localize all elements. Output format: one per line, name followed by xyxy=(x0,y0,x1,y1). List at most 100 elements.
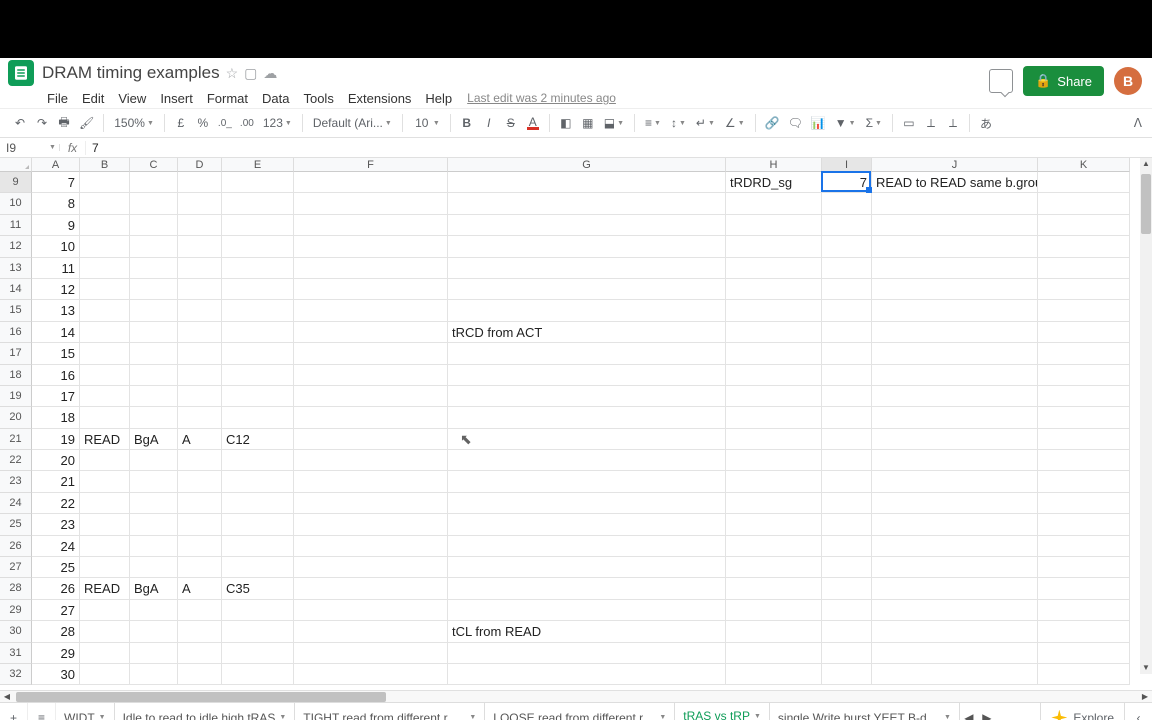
menu-extensions[interactable]: Extensions xyxy=(341,89,419,108)
cell-D12[interactable] xyxy=(178,236,222,256)
cell-E21[interactable]: C12 xyxy=(222,429,294,449)
cell-K17[interactable] xyxy=(1038,343,1130,363)
row-header-24[interactable]: 24 xyxy=(0,493,32,514)
cell-C9[interactable] xyxy=(130,172,178,192)
cell-F12[interactable] xyxy=(294,236,448,256)
print-button[interactable]: 🖶 xyxy=(54,112,74,134)
cell-E13[interactable] xyxy=(222,258,294,278)
cell-K24[interactable] xyxy=(1038,493,1130,513)
bold-button[interactable]: B xyxy=(457,112,477,134)
cell-J31[interactable] xyxy=(872,643,1038,663)
col-header-D[interactable]: D xyxy=(178,158,222,172)
comments-icon[interactable] xyxy=(989,69,1013,93)
cell-B32[interactable] xyxy=(80,664,130,684)
cell-F15[interactable] xyxy=(294,300,448,320)
cell-G19[interactable] xyxy=(448,386,726,406)
col-header-C[interactable]: C xyxy=(130,158,178,172)
row-header-32[interactable]: 32 xyxy=(0,664,32,685)
cell-G17[interactable] xyxy=(448,343,726,363)
borders-button[interactable]: ▦ xyxy=(578,112,598,134)
col-header-B[interactable]: B xyxy=(80,158,130,172)
cell-H9[interactable]: tRDRD_sg xyxy=(726,172,822,192)
sheet-tab-0[interactable]: WIDT▼ xyxy=(56,703,115,720)
cell-D31[interactable] xyxy=(178,643,222,663)
cell-F17[interactable] xyxy=(294,343,448,363)
cell-E12[interactable] xyxy=(222,236,294,256)
cell-E23[interactable] xyxy=(222,471,294,491)
cell-C18[interactable] xyxy=(130,365,178,385)
cell-A29[interactable]: 27 xyxy=(32,600,80,620)
cell-A11[interactable]: 9 xyxy=(32,215,80,235)
cell-B24[interactable] xyxy=(80,493,130,513)
cell-H28[interactable] xyxy=(726,578,822,598)
cell-G24[interactable] xyxy=(448,493,726,513)
cell-A15[interactable]: 13 xyxy=(32,300,80,320)
cell-E31[interactable] xyxy=(222,643,294,663)
account-avatar[interactable]: B xyxy=(1114,67,1142,95)
row-header-17[interactable]: 17 xyxy=(0,343,32,364)
cell-K10[interactable] xyxy=(1038,193,1130,213)
decimal-decrease-button[interactable]: .0_ xyxy=(215,112,235,134)
cell-A31[interactable]: 29 xyxy=(32,643,80,663)
cell-F18[interactable] xyxy=(294,365,448,385)
cell-J20[interactable] xyxy=(872,407,1038,427)
cell-D18[interactable] xyxy=(178,365,222,385)
cell-E9[interactable] xyxy=(222,172,294,192)
horizontal-scrollbar[interactable]: ◀ ▶ xyxy=(0,690,1152,702)
menu-file[interactable]: File xyxy=(40,89,75,108)
share-button[interactable]: 🔒 Share xyxy=(1023,66,1104,96)
col-header-H[interactable]: H xyxy=(726,158,822,172)
col-header-J[interactable]: J xyxy=(872,158,1038,172)
explore-button[interactable]: Explore xyxy=(1040,703,1124,720)
cell-H27[interactable] xyxy=(726,557,822,577)
menu-view[interactable]: View xyxy=(111,89,153,108)
col-header-G[interactable]: G xyxy=(448,158,726,172)
cell-D26[interactable] xyxy=(178,536,222,556)
cell-C21[interactable]: BgA xyxy=(130,429,178,449)
cell-D23[interactable] xyxy=(178,471,222,491)
cell-B11[interactable] xyxy=(80,215,130,235)
cell-C27[interactable] xyxy=(130,557,178,577)
cell-F27[interactable] xyxy=(294,557,448,577)
cell-A32[interactable]: 30 xyxy=(32,664,80,684)
cell-I19[interactable] xyxy=(822,386,872,406)
cell-A9[interactable]: 7 xyxy=(32,172,80,192)
valign-select[interactable]: ↕▼ xyxy=(667,116,690,130)
row-header-22[interactable]: 22 xyxy=(0,450,32,471)
cell-K11[interactable] xyxy=(1038,215,1130,235)
row-header-15[interactable]: 15 xyxy=(0,300,32,321)
cell-A13[interactable]: 11 xyxy=(32,258,80,278)
cell-H26[interactable] xyxy=(726,536,822,556)
cell-G15[interactable] xyxy=(448,300,726,320)
cell-F11[interactable] xyxy=(294,215,448,235)
cell-K20[interactable] xyxy=(1038,407,1130,427)
cell-I14[interactable] xyxy=(822,279,872,299)
cell-C11[interactable] xyxy=(130,215,178,235)
cell-K31[interactable] xyxy=(1038,643,1130,663)
cell-J24[interactable] xyxy=(872,493,1038,513)
cell-E27[interactable] xyxy=(222,557,294,577)
cell-K22[interactable] xyxy=(1038,450,1130,470)
cell-D25[interactable] xyxy=(178,514,222,534)
cell-G32[interactable] xyxy=(448,664,726,684)
cell-G9[interactable] xyxy=(448,172,726,192)
scroll-thumb[interactable] xyxy=(1141,174,1151,234)
cell-G31[interactable] xyxy=(448,643,726,663)
cell-F29[interactable] xyxy=(294,600,448,620)
cell-H13[interactable] xyxy=(726,258,822,278)
cell-D14[interactable] xyxy=(178,279,222,299)
cell-C24[interactable] xyxy=(130,493,178,513)
cell-I15[interactable] xyxy=(822,300,872,320)
cell-D15[interactable] xyxy=(178,300,222,320)
all-sheets-button[interactable]: ≡ xyxy=(28,703,56,720)
cell-A25[interactable]: 23 xyxy=(32,514,80,534)
cell-E17[interactable] xyxy=(222,343,294,363)
cell-F24[interactable] xyxy=(294,493,448,513)
row-header-10[interactable]: 10 xyxy=(0,193,32,214)
cell-F9[interactable] xyxy=(294,172,448,192)
cell-D22[interactable] xyxy=(178,450,222,470)
cell-A12[interactable]: 10 xyxy=(32,236,80,256)
cell-C13[interactable] xyxy=(130,258,178,278)
cell-A23[interactable]: 21 xyxy=(32,471,80,491)
cell-J18[interactable] xyxy=(872,365,1038,385)
